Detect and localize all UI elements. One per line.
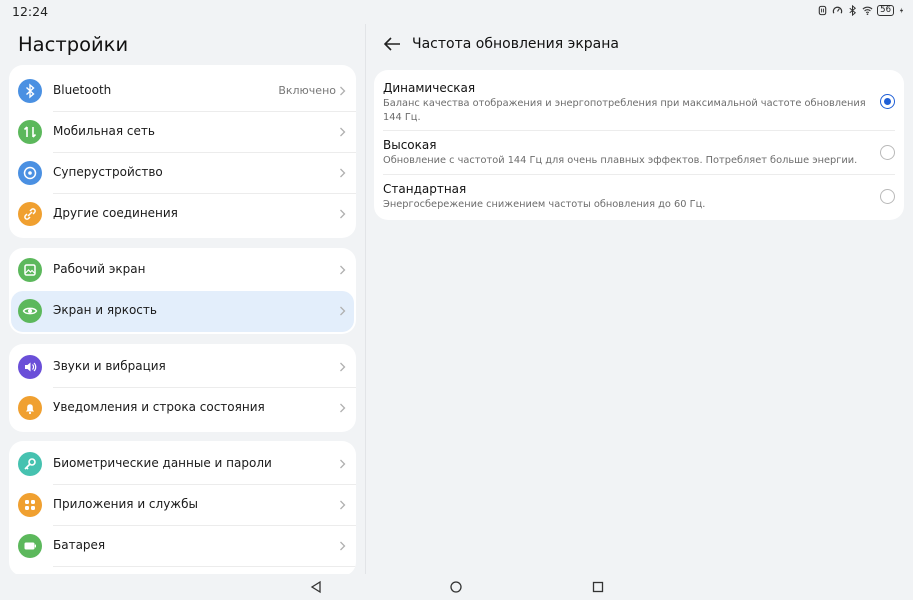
chevron-right-icon — [340, 541, 346, 551]
nfc-icon — [818, 5, 827, 16]
option-title: Динамическая — [383, 81, 476, 95]
settings-item-biometrics[interactable]: Биометрические данные и пароли — [9, 444, 356, 485]
detail-title: Частота обновления экрана — [412, 36, 619, 52]
option-title: Стандартная — [383, 182, 467, 196]
chevron-right-icon — [340, 362, 346, 372]
option-title: Высокая — [383, 138, 437, 152]
radio-dynamic[interactable] — [880, 94, 895, 109]
settings-group-connectivity: Bluetooth Включено Мобильная сеть Суперу… — [9, 65, 356, 238]
settings-item-home-screen[interactable]: Рабочий экран — [9, 250, 356, 291]
option-description: Баланс качества отображения и энергопотр… — [383, 98, 866, 123]
settings-item-other-connections[interactable]: Другие соединения — [9, 194, 356, 235]
settings-item-sounds[interactable]: Звуки и вибрация — [9, 347, 356, 388]
chevron-right-icon — [340, 459, 346, 469]
link-icon — [18, 202, 42, 226]
settings-item-bluetooth[interactable]: Bluetooth Включено — [9, 71, 356, 112]
bluetooth-icon — [18, 79, 42, 103]
status-icons: 56 — [817, 5, 905, 16]
option-standard[interactable]: Стандартная Энергосбережение снижением ч… — [374, 175, 904, 220]
divider — [53, 566, 356, 567]
option-high[interactable]: Высокая Обновление с частотой 144 Гц для… — [374, 131, 904, 174]
option-dynamic[interactable]: Динамическая Баланс качества отображения… — [374, 70, 904, 130]
detail-pane: Частота обновления экрана Динамическая Б… — [366, 24, 913, 574]
home-nav-icon[interactable] — [449, 580, 463, 594]
bluetooth-status-value: Включено — [278, 84, 336, 97]
settings-item-label: Экран и яркость — [53, 303, 157, 317]
radio-standard[interactable] — [880, 189, 895, 204]
super-device-icon — [18, 161, 42, 185]
speed-icon — [832, 6, 843, 14]
settings-item-label: Рабочий экран — [53, 262, 146, 276]
bell-icon — [18, 396, 42, 420]
settings-item-label: Биометрические данные и пароли — [53, 456, 272, 470]
battery-icon — [18, 534, 42, 558]
wifi-icon — [862, 6, 873, 15]
settings-group-notifications: Звуки и вибрация Уведомления и строка со… — [9, 344, 356, 432]
apps-icon — [18, 493, 42, 517]
bluetooth-icon — [849, 5, 857, 16]
sound-icon — [18, 355, 42, 379]
option-description: Энергосбережение снижением частоты обнов… — [383, 199, 706, 210]
settings-item-label: Батарея — [53, 538, 106, 552]
settings-item-label: Приложения и службы — [53, 497, 198, 511]
home-screen-icon — [18, 258, 42, 282]
charging-icon — [899, 7, 904, 14]
settings-item-display-brightness[interactable]: Экран и яркость — [11, 291, 354, 332]
settings-item-mobile-network[interactable]: Мобильная сеть — [9, 112, 356, 153]
key-icon — [18, 452, 42, 476]
mobile-network-icon — [18, 120, 42, 144]
back-nav-icon[interactable] — [309, 580, 323, 594]
status-time: 12:24 — [12, 4, 49, 19]
settings-group-display: Рабочий экран Экран и яркость — [9, 248, 356, 334]
chevron-right-icon — [340, 209, 346, 219]
option-description: Обновление с частотой 144 Гц для очень п… — [383, 155, 858, 166]
radio-high[interactable] — [880, 145, 895, 160]
chevron-right-icon — [340, 265, 346, 275]
refresh-rate-options: Динамическая Баланс качества отображения… — [374, 70, 904, 220]
settings-item-apps[interactable]: Приложения и службы — [9, 485, 356, 526]
eye-icon — [18, 299, 42, 323]
settings-item-super-device[interactable]: Суперустройство — [9, 153, 356, 194]
chevron-right-icon — [340, 500, 346, 510]
settings-item-battery[interactable]: Батарея — [9, 526, 356, 567]
navigation-bar — [0, 574, 913, 600]
settings-item-label: Суперустройство — [53, 165, 163, 179]
page-title: Настройки — [18, 33, 129, 56]
recents-nav-icon[interactable] — [591, 580, 605, 594]
settings-item-label: Другие соединения — [53, 206, 178, 220]
chevron-right-icon — [340, 403, 346, 413]
battery-icon: 56 — [877, 5, 894, 16]
settings-item-label: Мобильная сеть — [53, 124, 155, 138]
chevron-right-icon — [340, 306, 346, 316]
chevron-right-icon — [340, 168, 346, 178]
settings-list-pane: Настройки Bluetooth Включено Мобильная с… — [0, 24, 365, 576]
settings-group-system: Биометрические данные и пароли Приложени… — [9, 441, 356, 576]
settings-item-label: Уведомления и строка состояния — [53, 400, 265, 414]
chevron-right-icon — [340, 86, 346, 96]
chevron-right-icon — [340, 127, 346, 137]
settings-item-label: Звуки и вибрация — [53, 359, 166, 373]
settings-item-notifications[interactable]: Уведомления и строка состояния — [9, 388, 356, 429]
status-bar: 12:24 56 — [0, 0, 913, 24]
settings-item-label: Bluetooth — [53, 83, 112, 97]
back-arrow-icon[interactable] — [383, 36, 401, 52]
